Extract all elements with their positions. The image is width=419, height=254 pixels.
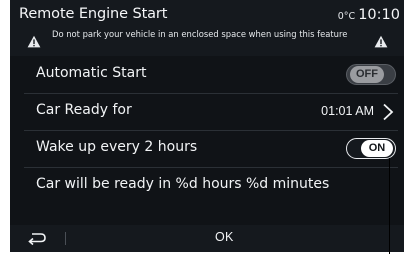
setting-row-car-ready-for[interactable]: Car Ready for 01:01 AM bbox=[10, 93, 404, 130]
warning-triangle-icon bbox=[374, 35, 388, 48]
clock: 10:10 bbox=[358, 7, 400, 23]
wake-up-label: Wake up every 2 hours bbox=[36, 139, 198, 155]
temperature-readout: 0°C bbox=[337, 11, 356, 22]
divider bbox=[65, 232, 66, 245]
header: Remote Engine Start 0°C 10:10 Do not par… bbox=[10, 0, 404, 56]
car-ready-time-value: 01:01 AM bbox=[321, 104, 374, 118]
setting-row-wake-up[interactable]: Wake up every 2 hours ON bbox=[10, 130, 404, 167]
automatic-start-toggle-label: OFF bbox=[350, 66, 384, 83]
chevron-right-icon[interactable] bbox=[382, 103, 394, 121]
ok-button[interactable]: OK bbox=[215, 230, 234, 244]
automatic-start-label: Automatic Start bbox=[36, 65, 147, 81]
setting-row-automatic-start[interactable]: Automatic Start OFF bbox=[10, 56, 404, 93]
bottom-bar: OK bbox=[10, 225, 404, 252]
back-arrow-icon[interactable] bbox=[24, 229, 50, 248]
warning-message: Do not park your vehicle in an enclosed … bbox=[52, 29, 348, 39]
remote-engine-start-screen: Remote Engine Start 0°C 10:10 Do not par… bbox=[10, 0, 404, 252]
car-ready-for-label: Car Ready for bbox=[36, 102, 132, 118]
wake-up-toggle-label: ON bbox=[361, 140, 393, 157]
callout-line bbox=[389, 158, 390, 254]
ready-info-row: Car will be ready in %d hours %d minutes bbox=[10, 167, 404, 204]
page-title: Remote Engine Start bbox=[19, 6, 168, 22]
ready-info-text: Car will be ready in %d hours %d minutes bbox=[36, 176, 330, 192]
status-area: 0°C 10:10 bbox=[338, 7, 400, 23]
warning-triangle-icon bbox=[27, 35, 41, 48]
wake-up-toggle[interactable]: ON bbox=[346, 138, 396, 159]
automatic-start-toggle[interactable]: OFF bbox=[346, 64, 396, 85]
